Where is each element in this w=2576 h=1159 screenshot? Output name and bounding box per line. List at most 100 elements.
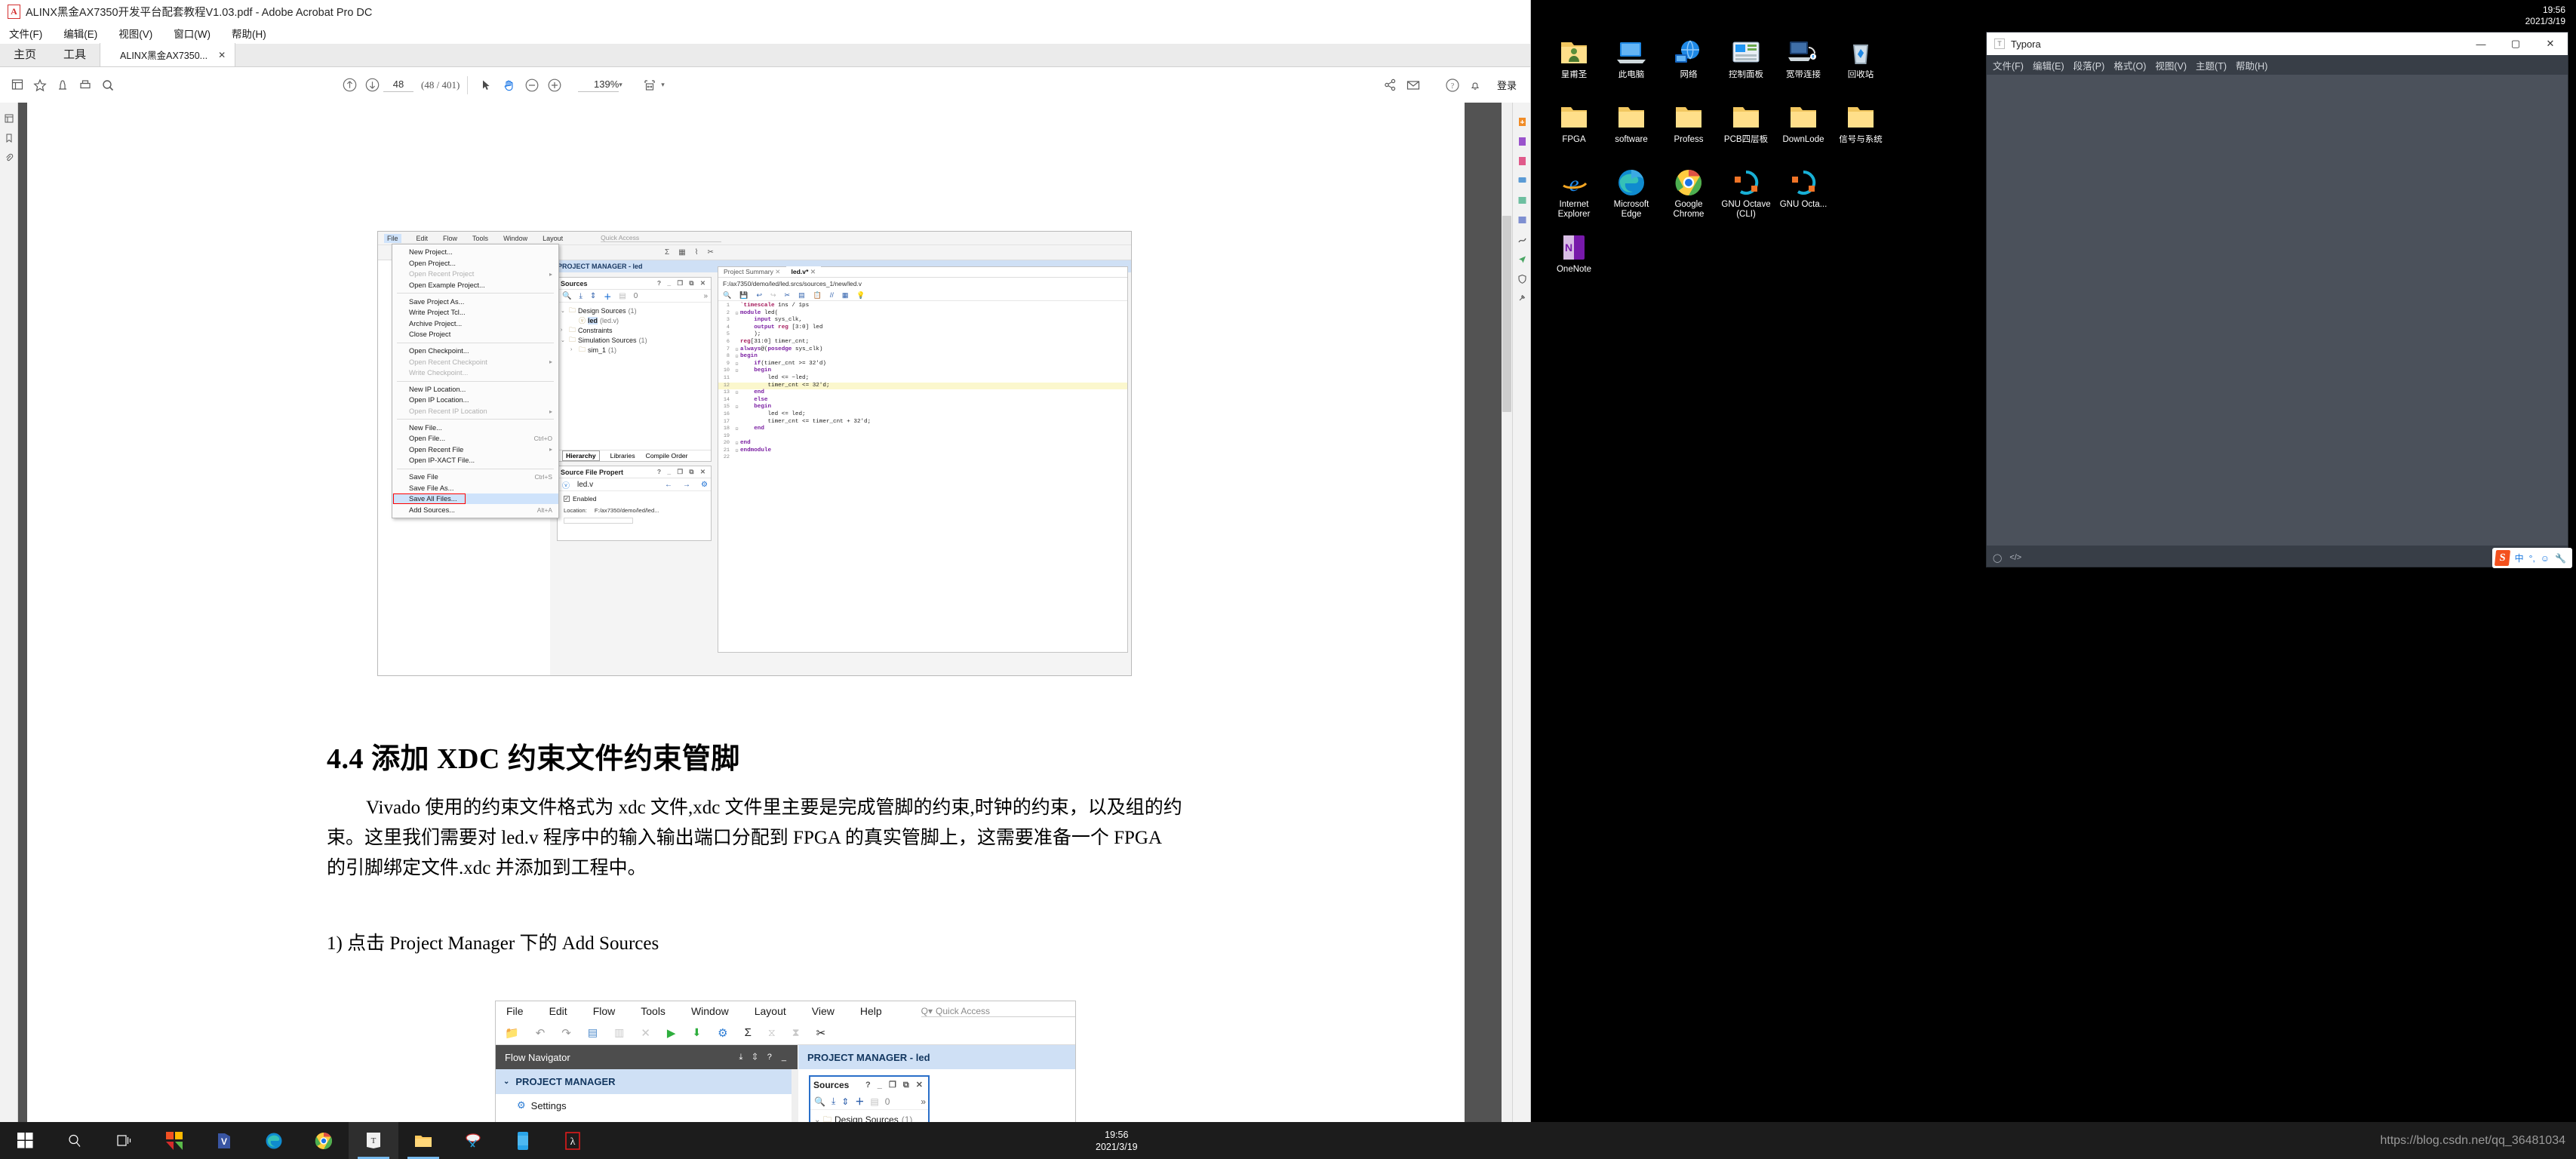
code-line[interactable]: 21 ⊟ endmodule — [718, 447, 1127, 455]
scissors-icon[interactable]: ✂ — [816, 1026, 826, 1040]
tab-home[interactable]: 主页 — [0, 43, 50, 66]
code-line[interactable]: 11 led <= ~led; — [718, 375, 1127, 383]
sources-tab-libraries[interactable]: Libraries — [610, 452, 635, 460]
back-icon[interactable]: ← — [665, 481, 675, 489]
ime-emoji-icon[interactable]: ☺ — [2541, 553, 2550, 564]
rail-fillsign-icon[interactable] — [1513, 229, 1531, 249]
vivado2-menu-edit[interactable]: Edit — [549, 1005, 567, 1017]
sum-icon[interactable]: Σ — [665, 248, 669, 257]
table-icon[interactable]: ▦ — [842, 291, 849, 300]
vivado1-quick-access[interactable]: Quick Access — [601, 234, 722, 242]
chevron-icon[interactable]: ⌄ — [561, 337, 567, 343]
rail-attachments-icon[interactable] — [0, 148, 18, 168]
copy-icon[interactable]: ▤ — [588, 1026, 598, 1039]
file-menu-item-open-file[interactable]: Open File... Ctrl+O — [392, 433, 558, 444]
gear-icon[interactable]: ⚙ — [701, 481, 711, 489]
copy-icon[interactable]: ▤ — [798, 291, 805, 300]
acrobat-scrollbar[interactable] — [1502, 103, 1512, 1130]
source-code-mode-icon[interactable]: </> — [2009, 553, 2021, 562]
editor-tab-0[interactable]: Project Summary ✕ — [718, 266, 786, 277]
outline-icon[interactable]: ◯ — [1993, 553, 2002, 563]
file-menu-item-open-example-project[interactable]: Open Example Project... — [392, 280, 558, 291]
vivado1-menu-window[interactable]: Window — [503, 235, 527, 242]
tree-row[interactable]: › 🗀 Constraints — [561, 325, 711, 335]
ime-tools-icon[interactable]: 🔧 — [2555, 553, 2566, 564]
report-sum-icon[interactable]: Σ — [745, 1026, 752, 1039]
desktop-icon-回收站[interactable]: 回收站 — [1832, 33, 1889, 98]
properties-field[interactable] — [564, 518, 633, 524]
code-line[interactable]: 3 input sys_clk, — [718, 317, 1127, 324]
vivado1-menu-tools[interactable]: Tools — [472, 235, 488, 242]
paste-icon[interactable]: 📋 — [813, 291, 822, 300]
acrobat-menu-item-0[interactable]: 文件(F) — [6, 24, 45, 42]
stamp-icon[interactable] — [51, 74, 74, 97]
taskbar-acrobat-icon[interactable]: λ — [548, 1122, 598, 1159]
file-menu-item-save-project-as[interactable]: Save Project As... — [392, 296, 558, 307]
code-line[interactable]: 20 ⊟ end — [718, 440, 1127, 447]
rail-sendforsign-icon[interactable] — [1513, 249, 1531, 269]
file-menu-item-open-recent-checkpoint[interactable]: Open Recent Checkpoint ▸ — [392, 356, 558, 367]
vivado2-menubar[interactable]: File Edit Flow Tools Window Layout View Help Q▾… — [496, 1001, 1075, 1021]
acrobat-tabbar[interactable]: 主页 工具 ALINX黑金AX7350... ✕ — [0, 43, 1530, 67]
vivado2-toolbar[interactable]: 📁 ↶ ↷ ▤ ▥ ✕ ▶ ⬇ ⚙ Σ ⧖ ⧗ ✂ — [496, 1021, 1075, 1045]
typora-menu-item-6[interactable]: 帮助(H) — [2236, 58, 2267, 72]
vivado2-panel-controls[interactable]: ? _ ❐ ⧉ ✕ — [865, 1080, 925, 1090]
fold-icon[interactable]: ⊟ — [733, 353, 740, 361]
taskbar-visio-icon[interactable]: V — [199, 1122, 249, 1159]
desktop-icon-GNU Octa...[interactable]: GNU Octa... — [1775, 163, 1832, 228]
vivado2-menu-flow[interactable]: Flow — [593, 1005, 616, 1017]
desktop-icon-网络[interactable]: 网络 — [1660, 33, 1717, 98]
sources-tab-compile-order[interactable]: Compile Order — [646, 452, 688, 460]
hint-icon[interactable]: 💡 — [856, 291, 865, 300]
file-menu-item-open-ip-xact-file[interactable]: Open IP-XACT File... — [392, 455, 558, 466]
find-icon[interactable]: 🔍 — [723, 291, 731, 300]
next-page-icon[interactable] — [361, 74, 383, 97]
tree-row[interactable]: ⌄ 🗀 Design Sources (1) — [561, 306, 711, 315]
zoom-level[interactable]: 139% — [578, 78, 619, 92]
fold-icon[interactable]: ⊟ — [733, 440, 740, 447]
collapse-all-icon[interactable]: ⤓ — [579, 292, 582, 300]
fold-icon[interactable]: ⊟ — [733, 361, 740, 368]
code-line[interactable]: 8 ⊟ begin — [718, 353, 1127, 361]
chevron-icon[interactable]: › — [561, 327, 567, 333]
code-line[interactable]: 10 ⊟ begin — [718, 367, 1127, 375]
vivado2-scrollbar[interactable] — [792, 1069, 798, 1130]
vivado2-menu-view[interactable]: View — [812, 1005, 835, 1017]
code-line[interactable]: 1 `timescale 1ns / 1ps — [718, 303, 1127, 310]
search-icon[interactable]: 🔍 — [814, 1096, 825, 1107]
vivado1-source-file-properties-panel[interactable]: Source File Propert ? _ ❐ ⧉ ✕ ⓥ led.v ← … — [557, 466, 712, 541]
acrobat-menu-item-2[interactable]: 视图(V) — [115, 24, 155, 42]
fit-page-icon[interactable] — [638, 74, 661, 97]
editor-toolbar[interactable]: 🔍 💾 ↩ ↪ ✂ ▤ 📋 // ▦ 💡 — [718, 290, 1127, 301]
taskbar-typora-icon[interactable]: T — [349, 1122, 398, 1159]
typora-window-controls[interactable]: — ▢ ✕ — [2464, 32, 2568, 55]
code-line[interactable]: 4 output reg [3:0] led — [718, 324, 1127, 332]
tree-row[interactable]: › 🗀 sim_1 (1) — [561, 345, 711, 355]
fit-page-chevron-icon[interactable]: ▾ — [661, 81, 669, 89]
maximize-button[interactable]: ▢ — [2498, 32, 2533, 55]
file-menu-item-archive-project[interactable]: Archive Project... — [392, 318, 558, 330]
rail-more-tools-icon[interactable] — [1513, 288, 1531, 308]
code-line[interactable]: 19 — [718, 433, 1127, 441]
redo-icon[interactable]: ↷ — [561, 1026, 571, 1040]
vivado2-menu-tools[interactable]: Tools — [641, 1005, 666, 1017]
run-icon[interactable]: ▶ — [667, 1026, 676, 1040]
chevron-down-icon[interactable]: ⌄ — [503, 1078, 509, 1086]
code-line[interactable]: 9 ⊟ if(timer_cnt >= 32'd) — [718, 361, 1127, 368]
code-line[interactable]: 12 timer_cnt <= 32'd; — [718, 382, 1127, 390]
wave-icon[interactable]: ⌇ — [695, 248, 699, 257]
expand-all-icon[interactable]: ⇕ — [590, 292, 596, 300]
file-menu-item-close-project[interactable]: Close Project — [392, 329, 558, 340]
code-line[interactable]: 18 ⊟ end — [718, 426, 1127, 433]
enabled-checkbox-row[interactable]: ✓ Enabled — [564, 495, 711, 503]
more-icon[interactable]: » — [921, 1096, 928, 1107]
code-line[interactable]: 7 ⊟ always@(posedge sys_clk) — [718, 346, 1127, 354]
desktop-icon-Microsoft Edge[interactable]: Microsoft Edge — [1603, 163, 1660, 228]
task-view-button[interactable] — [100, 1122, 149, 1159]
select-tool-icon[interactable] — [475, 74, 498, 97]
file-menu-item-new-file[interactable]: New File... — [392, 422, 558, 433]
vivado2-menu-layout[interactable]: Layout — [755, 1005, 786, 1017]
report-icon[interactable]: ▤ — [870, 1096, 878, 1107]
rail-thumbnails-icon[interactable] — [0, 109, 18, 128]
expand-all-icon[interactable]: ⇕ — [841, 1096, 849, 1107]
